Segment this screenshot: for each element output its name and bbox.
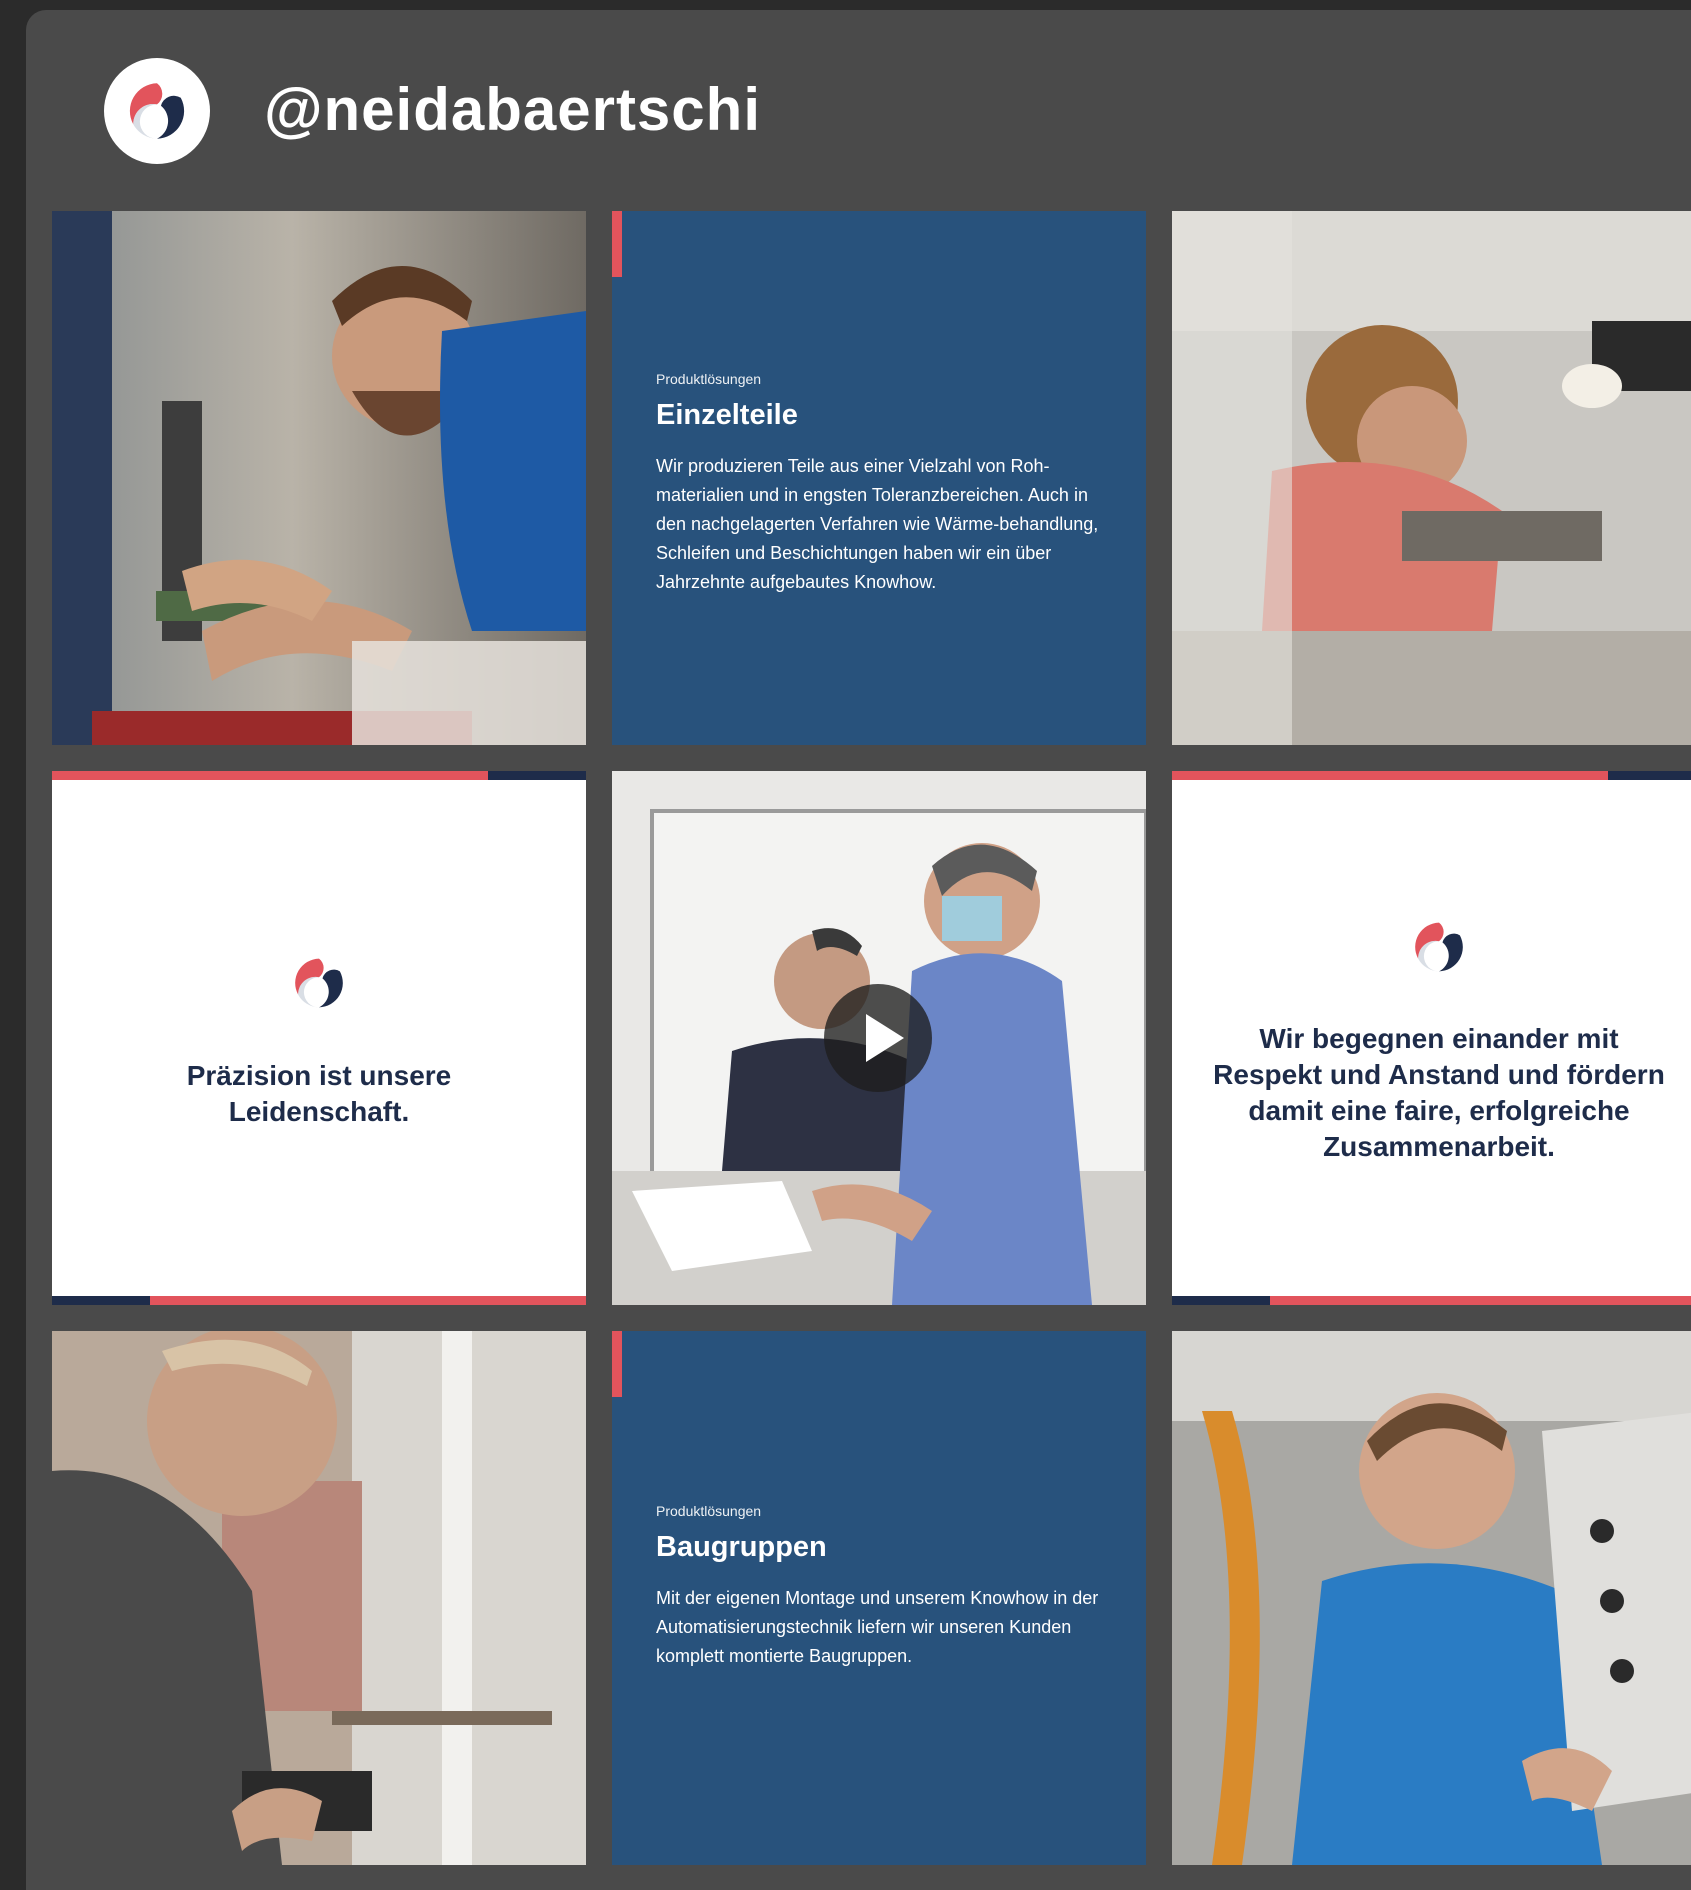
- top-red-bar: [1172, 771, 1608, 780]
- play-button[interactable]: [824, 984, 932, 1092]
- text-card-content: Produktlösungen Baugruppen Mit der eigen…: [656, 1503, 1106, 1671]
- top-navy-bar: [488, 771, 586, 780]
- top-red-bar: [52, 771, 488, 780]
- feed-panel: @neidabaertschi Produktlösungen Einzelte…: [26, 10, 1691, 1890]
- top-navy-bar: [1608, 771, 1691, 780]
- bottom-navy-bar: [1172, 1296, 1270, 1305]
- bottom-navy-bar: [52, 1296, 150, 1305]
- quote-text: Wir begegnen einander mit Respekt und An…: [1213, 1023, 1665, 1162]
- spiral-logo-icon: [295, 958, 343, 1008]
- card-body: Mit der eigenen Montage und unserem Know…: [656, 1588, 1099, 1666]
- quote-card-respekt[interactable]: Wir begegnen einander mit Respekt und An…: [1172, 771, 1691, 1305]
- spiral-logo-icon: [129, 83, 185, 139]
- bottom-red-bar: [150, 1296, 586, 1305]
- worker-measuring-photo[interactable]: [52, 211, 586, 745]
- play-icon: [866, 1014, 904, 1062]
- bottom-red-bar: [1270, 1296, 1691, 1305]
- woman-inspecting-photo[interactable]: [1172, 211, 1691, 745]
- text-card-content: Produktlösungen Einzelteile Wir produzie…: [656, 371, 1106, 597]
- spiral-logo-icon: [1415, 922, 1463, 972]
- profile-avatar[interactable]: [104, 58, 210, 164]
- card-body: Wir produzieren Teile aus einer Vielzahl…: [656, 456, 1099, 592]
- card-title: Baugruppen: [656, 1531, 827, 1563]
- text-card-baugruppen[interactable]: Produktlösungen Baugruppen Mit der eigen…: [612, 1331, 1146, 1865]
- worker-blue-shirt-photo[interactable]: [1172, 1331, 1691, 1865]
- quote-text: Präzision ist unsere Leidenschaft.: [186, 1060, 452, 1127]
- card-eyebrow: Produktlösungen: [656, 371, 762, 387]
- text-card-einzelteile[interactable]: Produktlösungen Einzelteile Wir produzie…: [612, 211, 1146, 745]
- worker-with-drill-photo[interactable]: [52, 1331, 586, 1865]
- card-title: Einzelteile: [656, 399, 798, 431]
- accent-bar: [612, 1331, 622, 1397]
- two-men-discussing-video[interactable]: [612, 771, 1146, 1305]
- profile-handle[interactable]: @neidabaertschi: [264, 80, 761, 140]
- profile-header: @neidabaertschi: [26, 10, 1691, 210]
- card-eyebrow: Produktlösungen: [656, 1503, 762, 1519]
- accent-bar: [612, 211, 622, 277]
- quote-card-praezision[interactable]: Präzision ist unsere Leidenschaft.: [52, 771, 586, 1305]
